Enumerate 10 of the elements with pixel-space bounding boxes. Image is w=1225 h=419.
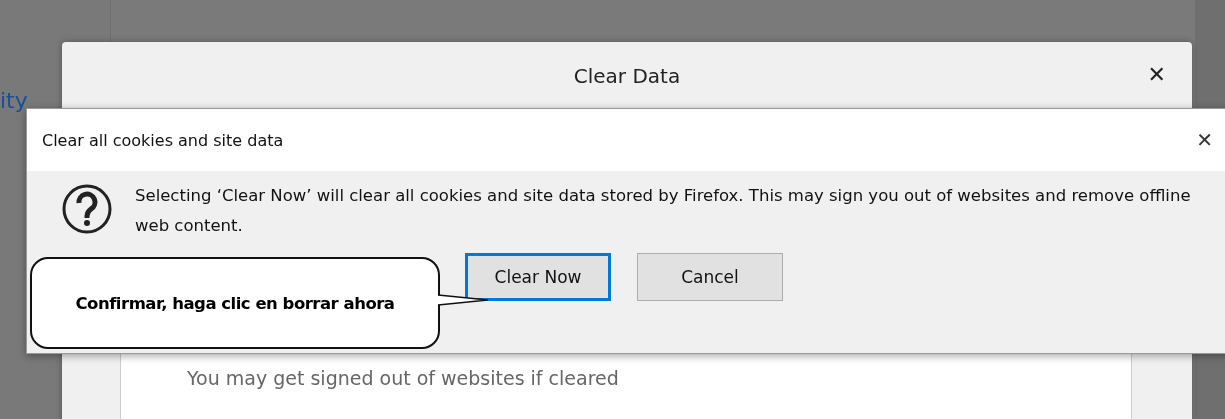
callout-text: Confirmar, haga clic en borrar ahora (75, 293, 395, 313)
close-button[interactable]: ✕ (1147, 62, 1166, 87)
dialog-title: Clear Data (573, 64, 681, 88)
cancel-button[interactable]: Cancel (637, 253, 783, 301)
warning-text: You may get signed out of websites if cleared (187, 367, 619, 389)
clear-now-button[interactable]: Clear Now (465, 253, 611, 301)
close-button[interactable]: ✕ (1196, 128, 1213, 152)
question-icon (61, 183, 113, 235)
confirm-message: Selecting ‘Clear Now’ will clear all cookies and site data stored by Firefox. This may sign you out of websites and remove offline web content. (135, 185, 1192, 237)
dialog-title: Clear all cookies and site data (42, 130, 284, 150)
